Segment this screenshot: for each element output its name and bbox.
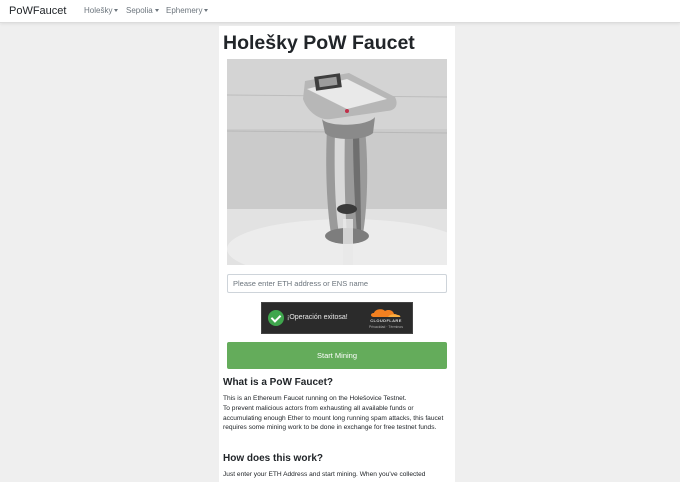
captcha-widget[interactable]: ¡Operación exitosa! CLOUDFLARE Privacida… bbox=[261, 302, 413, 334]
brand-link[interactable]: PoWFaucet bbox=[9, 5, 66, 17]
faucet-image bbox=[227, 59, 447, 265]
top-navbar: PoWFaucet Holešky Sepolia Ephemery bbox=[0, 0, 680, 23]
captcha-status-text: ¡Operación exitosa! bbox=[287, 314, 348, 321]
caret-down-icon bbox=[204, 9, 209, 12]
cloudflare-logo-icon bbox=[371, 309, 401, 317]
nav-dropdown-holesky[interactable]: Holešky bbox=[84, 6, 119, 15]
nav-label: Ephemery bbox=[166, 6, 203, 15]
cloudflare-brand-text: CLOUDFLARE bbox=[370, 318, 402, 323]
page-title: Holešky PoW Faucet bbox=[223, 32, 415, 54]
eth-address-input[interactable] bbox=[227, 274, 447, 293]
section-heading-how-it-works: How does this work? bbox=[223, 453, 324, 464]
faucet-illustration bbox=[227, 59, 447, 265]
caret-down-icon bbox=[154, 9, 159, 12]
nav-label: Sepolia bbox=[126, 6, 153, 15]
start-mining-button[interactable]: Start Mining bbox=[227, 342, 447, 369]
section-paragraph: To prevent malicious actors from exhaust… bbox=[223, 405, 444, 431]
faucet-card: Holešky PoW Faucet Please enter ETH addr… bbox=[219, 26, 455, 482]
checkmark-success-icon bbox=[268, 310, 284, 326]
section-paragraph: This is an Ethereum Faucet running on th… bbox=[223, 395, 407, 402]
section-heading-what-is: What is a PoW Faucet? bbox=[223, 377, 334, 388]
nav-dropdown-sepolia[interactable]: Sepolia bbox=[126, 6, 159, 15]
caret-down-icon bbox=[114, 9, 119, 12]
nav-dropdown-ephemery[interactable]: Ephemery bbox=[166, 6, 209, 15]
section-paragraph: Just enter your ETH Address and start mi… bbox=[223, 471, 426, 478]
captcha-links[interactable]: Privacidad · Términos bbox=[364, 325, 408, 329]
nav-label: Holešky bbox=[84, 6, 113, 15]
